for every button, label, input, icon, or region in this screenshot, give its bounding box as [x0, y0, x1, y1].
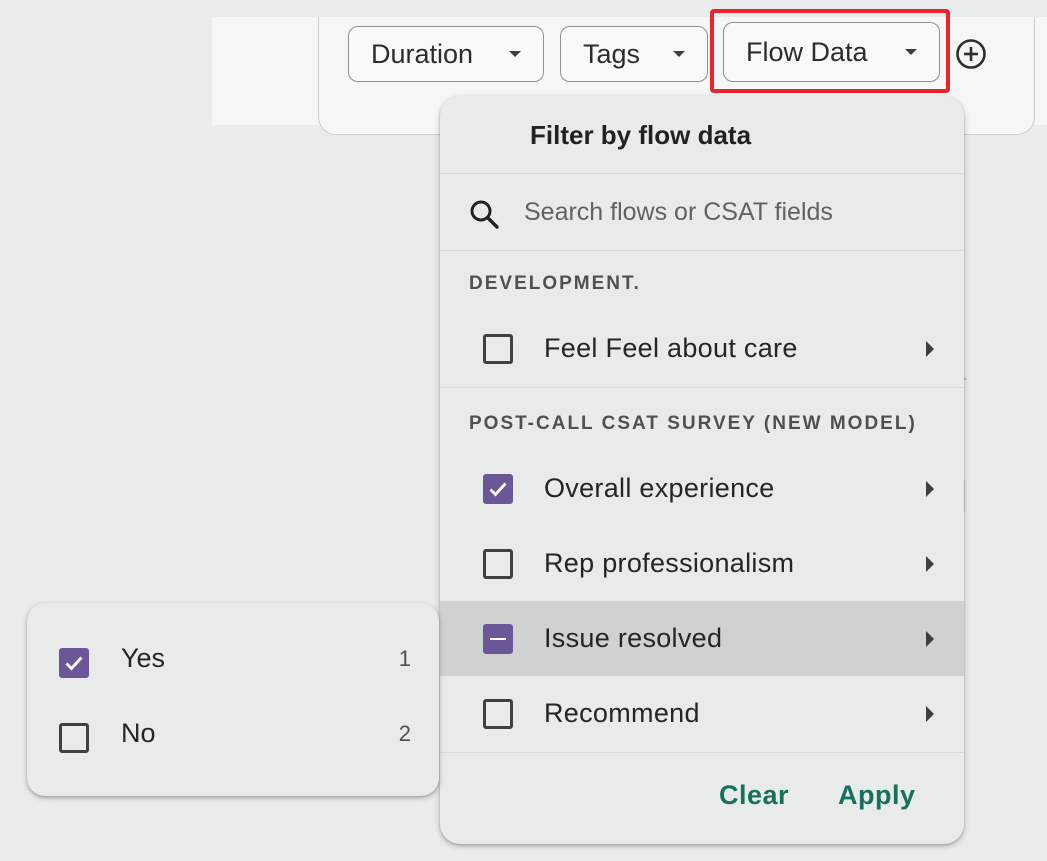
section-label-csat-survey: POST-CALL CSAT SURVEY (NEW MODEL) [469, 413, 917, 434]
option-label: Yes [121, 643, 166, 673]
flow-item-recommend[interactable]: Recommend [440, 676, 964, 751]
checkbox-checked[interactable] [483, 473, 513, 504]
flow-item-label: Overall experience [544, 473, 775, 503]
flow-item-issue-resolved[interactable]: Issue resolved [440, 601, 964, 676]
section-label-development: DEVELOPMENT. [469, 273, 641, 294]
issue-resolved-submenu: Yes 1 No 2 [27, 603, 439, 796]
checkbox[interactable] [59, 723, 89, 753]
duration-filter-chip[interactable]: Duration [348, 26, 544, 82]
flow-item-label: Rep professionalism [544, 548, 795, 578]
checkbox[interactable] [483, 333, 513, 364]
dash-icon [490, 637, 506, 640]
caret-right-icon [926, 555, 934, 572]
add-circle-icon[interactable] [955, 38, 987, 70]
flow-item-label: Recommend [544, 698, 700, 728]
flow-item-label: Issue resolved [544, 623, 723, 653]
check-icon [489, 482, 507, 497]
check-icon [65, 656, 83, 671]
section-divider [440, 387, 964, 388]
caret-right-icon [926, 630, 934, 647]
checkbox-checked[interactable] [59, 648, 89, 678]
caret-right-icon [926, 480, 934, 497]
checkbox[interactable] [483, 698, 513, 729]
option-yes[interactable]: Yes 1 [27, 623, 439, 698]
tags-filter-chip[interactable]: Tags [560, 26, 708, 82]
flow-item-feel-about-care[interactable]: Feel Feel about care [440, 311, 964, 386]
checkbox-indeterminate[interactable] [483, 623, 513, 654]
flow-data-menu: Filter by flow data DEVELOPMENT. Feel Fe… [440, 96, 964, 844]
option-no[interactable]: No 2 [27, 698, 439, 773]
checkbox[interactable] [483, 548, 513, 579]
caret-down-icon [509, 51, 521, 57]
menu-title: Filter by flow data [530, 120, 752, 150]
flow-data-chip-highlight [710, 9, 950, 93]
caret-down-icon [673, 51, 685, 57]
clear-button[interactable]: Clear [719, 780, 789, 811]
search-row [440, 173, 964, 251]
search-input[interactable] [522, 192, 946, 232]
apply-button[interactable]: Apply [838, 780, 916, 811]
flow-item-rep-professionalism[interactable]: Rep professionalism [440, 526, 964, 601]
option-count: 2 [398, 721, 411, 746]
caret-right-icon [926, 705, 934, 722]
caret-right-icon [926, 340, 934, 357]
option-label: No [121, 718, 156, 748]
flow-item-label: Feel Feel about care [544, 333, 798, 363]
flow-item-overall-experience[interactable]: Overall experience [440, 451, 964, 526]
option-count: 1 [398, 646, 411, 671]
search-icon [470, 200, 499, 229]
tags-chip-label: Tags [583, 38, 641, 69]
footer-divider [440, 752, 964, 753]
duration-chip-label: Duration [371, 38, 474, 69]
